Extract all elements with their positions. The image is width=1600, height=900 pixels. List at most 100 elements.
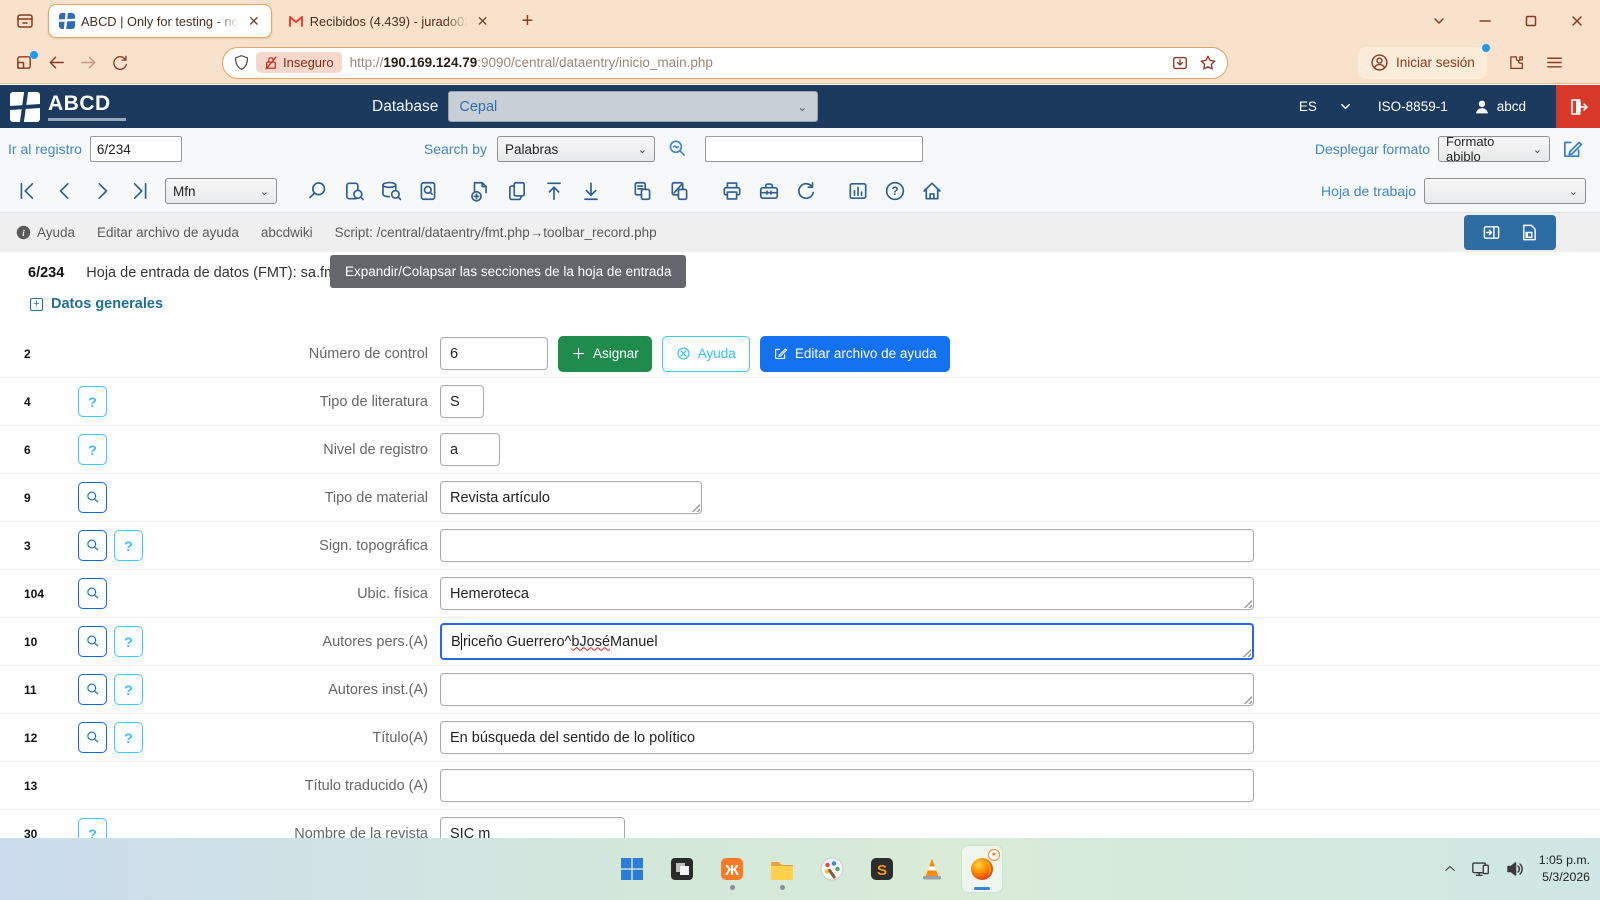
maximize-button[interactable] xyxy=(1508,0,1554,42)
minimize-button[interactable] xyxy=(1462,0,1508,42)
search-by-select[interactable]: Palabras ⌄ xyxy=(497,136,655,162)
url-bar[interactable]: Inseguro http://190.169.124.79:9090/cent… xyxy=(222,47,1228,79)
tray-chevron-up-icon[interactable] xyxy=(1443,859,1457,879)
field-input[interactable]: a xyxy=(440,433,500,466)
field-search-button[interactable] xyxy=(78,626,107,657)
field-help-button[interactable]: ? xyxy=(78,386,107,417)
field-input[interactable]: 6 xyxy=(440,337,548,370)
browser-tab-gmail[interactable]: Recibidos (4.439) - jurado02060 ✕ xyxy=(278,4,500,38)
first-record-icon[interactable] xyxy=(14,177,42,205)
close-window-button[interactable] xyxy=(1554,0,1600,42)
field-help-button[interactable]: ? xyxy=(114,674,143,705)
menu-hamburger-icon[interactable] xyxy=(1539,48,1571,78)
goto-record-input[interactable] xyxy=(90,136,182,162)
database-select[interactable]: Cepal ⌄ xyxy=(448,91,818,122)
help-button[interactable]: Ayuda xyxy=(662,336,750,372)
field-help-button[interactable]: ? xyxy=(78,434,107,465)
field-search-button[interactable] xyxy=(78,722,107,753)
search-query-input[interactable] xyxy=(705,136,923,162)
field-textarea[interactable]: Briceño Guerrero^bJosé Manuel xyxy=(440,623,1254,660)
volume-icon[interactable] xyxy=(1505,859,1525,879)
display-format-select[interactable]: Formato abiblo ⌄ xyxy=(1438,136,1550,162)
print-icon[interactable] xyxy=(718,177,746,205)
home-icon[interactable] xyxy=(918,177,946,205)
field-textarea[interactable]: Revista artículo xyxy=(440,481,702,514)
field-help-button[interactable]: ? xyxy=(114,530,143,561)
section-datos-generales[interactable]: + Datos generales xyxy=(30,296,163,312)
edit-format-icon[interactable] xyxy=(1558,135,1586,163)
field-help-button[interactable]: ? xyxy=(114,722,143,753)
resize-grip[interactable] xyxy=(1242,694,1252,704)
reload-button[interactable] xyxy=(104,48,136,78)
field-input[interactable]: En búsqueda del sentido de lo político xyxy=(440,721,1254,754)
logout-button[interactable] xyxy=(1556,85,1600,128)
user-menu[interactable]: abcd xyxy=(1474,99,1526,115)
tab-close-icon[interactable]: ✕ xyxy=(474,13,492,30)
utilities-icon[interactable] xyxy=(755,177,783,205)
resize-grip[interactable] xyxy=(1242,598,1252,608)
catalog-search-icon[interactable] xyxy=(414,177,442,205)
paste-fields-icon[interactable] xyxy=(666,177,694,205)
assign-button[interactable]: Asignar xyxy=(558,336,652,372)
refresh-icon[interactable] xyxy=(792,177,820,205)
back-button[interactable] xyxy=(40,48,72,78)
search-icon[interactable] xyxy=(303,177,331,205)
browser-tab-abcd[interactable]: ABCD | Only for testing - not fo ✕ xyxy=(48,4,272,38)
edit-help-file-link[interactable]: Editar archivo de ayuda xyxy=(97,225,239,240)
upload-record-icon[interactable] xyxy=(540,177,568,205)
field-textarea[interactable] xyxy=(440,673,1254,706)
next-record-icon[interactable] xyxy=(88,177,116,205)
database-search-icon[interactable] xyxy=(377,177,405,205)
sign-in-button[interactable]: Iniciar sesión xyxy=(1358,47,1487,79)
xampp-taskbar-icon[interactable]: Ж xyxy=(712,846,752,892)
display-device-icon[interactable] xyxy=(1471,859,1491,879)
download-record-icon[interactable] xyxy=(577,177,605,205)
vlc-taskbar-icon[interactable] xyxy=(912,846,952,892)
field-search-button[interactable] xyxy=(78,674,107,705)
resize-grip[interactable] xyxy=(1241,647,1251,657)
field-textarea[interactable]: SIC m xyxy=(440,817,625,838)
advanced-search-icon[interactable] xyxy=(340,177,368,205)
field-help-button[interactable]: ? xyxy=(114,626,143,657)
expand-plus-icon[interactable]: + xyxy=(30,298,43,311)
last-record-icon[interactable] xyxy=(125,177,153,205)
insecure-badge[interactable]: Inseguro xyxy=(256,52,342,73)
field-input[interactable] xyxy=(440,769,1254,802)
abcdwiki-link[interactable]: abcdwiki xyxy=(261,225,313,240)
open-panel-icon[interactable] xyxy=(1482,223,1501,242)
shield-icon[interactable] xyxy=(233,54,250,71)
copy-fields-icon[interactable] xyxy=(629,177,657,205)
bookmark-star-icon[interactable] xyxy=(1199,54,1217,72)
new-tab-button[interactable]: + xyxy=(513,7,541,35)
taskbar-clock[interactable]: 1:05 p.m. 5/3/2026 xyxy=(1539,852,1590,885)
language-select[interactable]: ES xyxy=(1299,99,1352,114)
save-record-icon[interactable] xyxy=(1519,223,1538,242)
duplicate-record-icon[interactable] xyxy=(503,177,531,205)
field-help-button[interactable]: ? xyxy=(78,818,107,838)
file-explorer-taskbar-icon[interactable] xyxy=(762,846,802,892)
firefox-taskbar-icon[interactable]: ✶ xyxy=(962,846,1002,892)
field-input[interactable] xyxy=(440,529,1254,562)
field-input[interactable]: S xyxy=(440,385,484,418)
abcd-logo[interactable]: ABCD xyxy=(10,92,126,122)
tab-close-icon[interactable]: ✕ xyxy=(245,13,263,30)
help-icon[interactable]: ? xyxy=(881,177,909,205)
edit-help-file-button[interactable]: Editar archivo de ayuda xyxy=(760,336,950,372)
paint-taskbar-icon[interactable] xyxy=(812,846,852,892)
worksheet-select[interactable]: ⌄ xyxy=(1424,178,1586,204)
firefox-view-icon[interactable] xyxy=(8,48,40,78)
forward-button[interactable] xyxy=(72,48,104,78)
tab-list-chevron-icon[interactable] xyxy=(1416,0,1462,42)
field-search-button[interactable] xyxy=(78,578,107,609)
tab-archive-icon[interactable] xyxy=(8,6,42,36)
search-assist-icon[interactable] xyxy=(663,135,691,163)
stacked-windows-taskbar-icon[interactable] xyxy=(662,846,702,892)
start-taskbar-icon[interactable] xyxy=(612,846,652,892)
help-link[interactable]: i Ayuda xyxy=(16,225,75,240)
new-record-icon[interactable] xyxy=(466,177,494,205)
statistics-icon[interactable] xyxy=(844,177,872,205)
resize-grip[interactable] xyxy=(690,502,700,512)
sublime-text-taskbar-icon[interactable]: S xyxy=(862,846,902,892)
mfn-sort-select[interactable]: Mfn ⌄ xyxy=(165,178,277,204)
save-page-icon[interactable] xyxy=(1171,54,1189,72)
